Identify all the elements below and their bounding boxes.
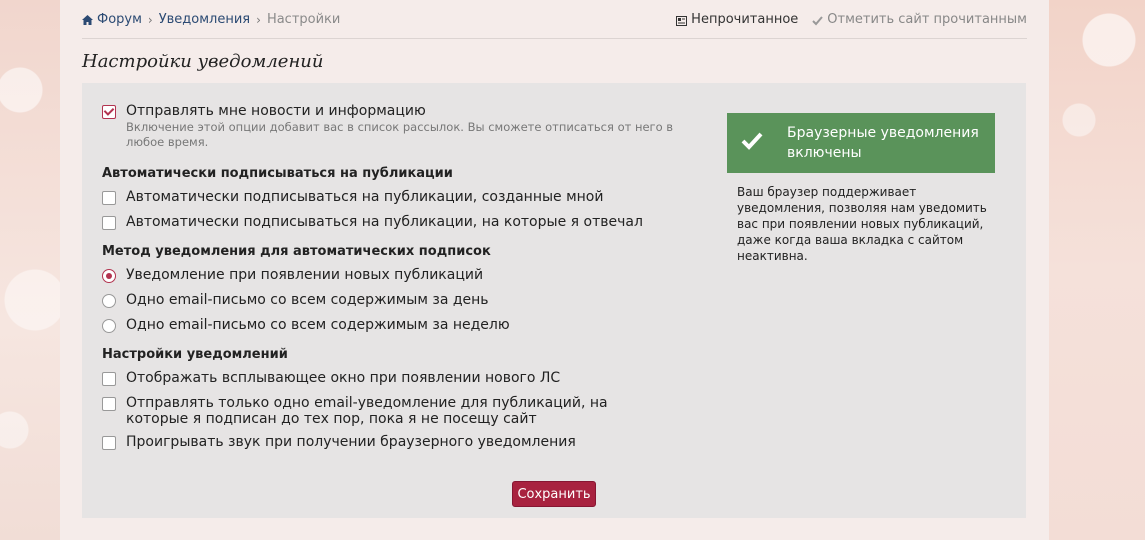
unread-link[interactable]: Непрочитанное [676,12,798,27]
auto-subscribe-replied-option[interactable]: Автоматически подписываться на публикаци… [102,214,643,230]
popup-pm-label: Отображать всплывающее окно при появлени… [126,370,561,386]
auto-subscribe-own-checkbox[interactable] [102,191,116,205]
method-daily-option[interactable]: Одно email-письмо со всем содержимым за … [102,292,489,308]
sound-option[interactable]: Проигрывать звук при получении браузерно… [102,434,576,450]
single-email-label: Отправлять только одно email-уведомление… [126,395,608,427]
method-new-posts-option[interactable]: Уведомление при появлении новых публикац… [102,267,483,283]
breadcrumb-current: Настройки [266,12,341,27]
browser-notice: Браузерные уведомления включены [727,113,995,173]
mark-read-link[interactable]: Отметить сайт прочитанным [812,12,1027,27]
check-icon [812,15,824,25]
single-email-checkbox[interactable] [102,397,116,411]
save-button[interactable]: Сохранить [512,481,596,507]
method-weekly-radio[interactable] [102,319,116,333]
browser-notice-title: Браузерные уведомления включены [787,125,979,161]
sound-label: Проигрывать звук при получении браузерно… [126,434,576,450]
method-daily-label: Одно email-письмо со всем содержимым за … [126,292,489,308]
method-daily-radio[interactable] [102,294,116,308]
single-email-option[interactable]: Отправлять только одно email-уведомление… [102,395,662,427]
method-weekly-option[interactable]: Одно email-письмо со всем содержимым за … [102,317,510,333]
settings-panel: Отправлять мне новости и информацию Вклю… [82,83,1026,518]
auto-subscribe-heading: Автоматически подписываться на публикаци… [102,166,453,181]
method-new-posts-radio[interactable] [102,269,116,283]
unread-label: Непрочитанное [691,12,799,27]
page-container: Форум › Уведомления › Настройки Непрочит… [60,0,1049,540]
auto-subscribe-replied-label: Автоматически подписываться на публикаци… [126,214,643,230]
method-weekly-label: Одно email-письмо со всем содержимым за … [126,317,510,333]
newsletter-option[interactable]: Отправлять мне новости и информацию Вклю… [102,103,706,150]
chevron-right-icon: › [256,12,261,27]
popup-pm-option[interactable]: Отображать всплывающее окно при появлени… [102,370,560,386]
sound-checkbox[interactable] [102,436,116,450]
newsletter-checkbox[interactable] [102,105,116,119]
background-decoration-left [0,0,60,540]
top-bar: Форум › Уведомления › Настройки Непрочит… [82,0,1027,39]
background-decoration-right [1049,0,1145,540]
breadcrumb: Форум › Уведомления › Настройки [82,12,340,27]
auto-subscribe-own-option[interactable]: Автоматически подписываться на публикаци… [102,189,603,205]
mark-read-label: Отметить сайт прочитанным [827,12,1027,27]
checkmark-icon [741,132,781,154]
unread-icon [676,15,688,26]
breadcrumb-forum[interactable]: Форум [97,12,142,27]
popup-pm-checkbox[interactable] [102,372,116,386]
top-actions: Непрочитанное Отметить сайт прочитанным [676,12,1027,27]
browser-notice-description: Ваш браузер поддерживает уведомления, по… [737,185,987,263]
notif-heading: Настройки уведомлений [102,347,288,362]
auto-subscribe-own-label: Автоматически подписываться на публикаци… [126,189,604,205]
method-heading: Метод уведомления для автоматических под… [102,244,491,259]
page-title: Настройки уведомлений [82,51,324,72]
breadcrumb-notifications[interactable]: Уведомления [159,12,250,27]
chevron-right-icon: › [147,12,153,27]
auto-subscribe-replied-checkbox[interactable] [102,216,116,230]
newsletter-label: Отправлять мне новости и информацию [126,103,426,119]
home-icon[interactable] [82,14,93,25]
method-new-posts-label: Уведомление при появлении новых публикац… [126,267,484,283]
newsletter-hint: Включение этой опции добавит вас в списо… [126,120,674,149]
